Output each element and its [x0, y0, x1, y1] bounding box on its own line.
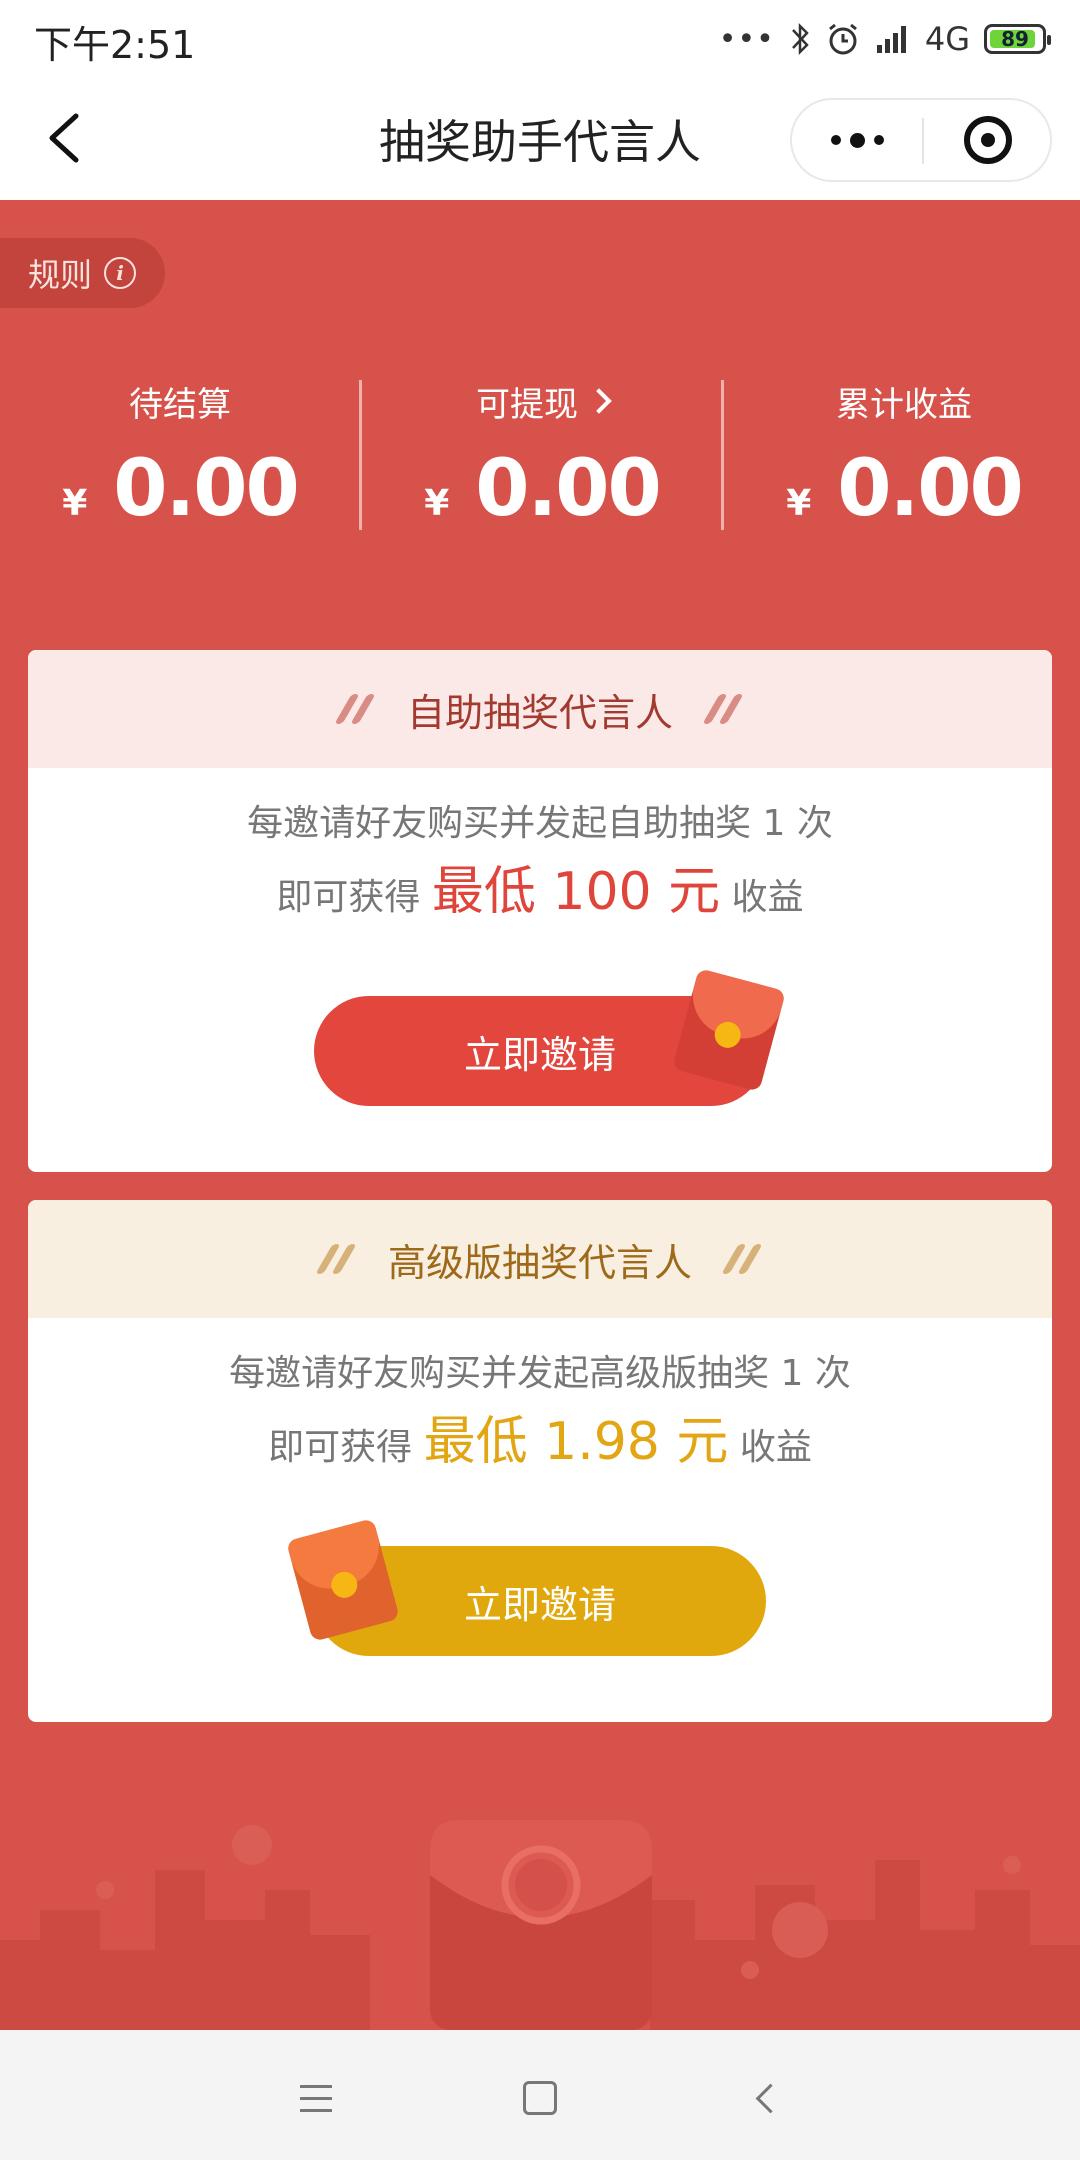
info-icon: i [104, 257, 137, 289]
battery-icon: 89 [984, 24, 1051, 54]
description-reward-line: 即可获得 最低 100 元 收益 [28, 858, 1052, 932]
currency-symbol: ¥ [424, 483, 450, 524]
more-dots-icon [873, 135, 884, 145]
signal-icon [876, 26, 906, 53]
card-header: 高级版抽奖代言人 [28, 1200, 1052, 1318]
decorative-slash-icon [701, 694, 747, 724]
premium-lottery-card: 高级版抽奖代言人 每邀请好友购买并发起高级版抽奖 1 次 即可获得 最低 1.9… [28, 1200, 1052, 1722]
rules-label: 规则 [28, 256, 93, 294]
network-type: 4G [924, 20, 970, 58]
reward-suffix: 收益 [720, 877, 804, 918]
stat-value: 0.00 [113, 444, 299, 534]
status-icons: ••• 4G 89 [718, 16, 1051, 62]
home-icon[interactable] [510, 2068, 570, 2128]
mini-program-capsule [790, 98, 1052, 182]
stat-value: 0.00 [837, 444, 1023, 534]
card-description: 每邀请好友购买并发起高级版抽奖 1 次 即可获得 最低 1.98 元 收益 [28, 1340, 1052, 1482]
more-dots-icon [830, 135, 841, 145]
navigation-bar: 抽奖助手代言人 [0, 78, 1080, 202]
stat-value: 0.00 [475, 444, 661, 534]
more-dots-icon [849, 132, 865, 148]
stat-pending: 待结算 ¥ 0.00 [0, 370, 360, 535]
status-bar: 下午2:51 ••• 4G 89 [0, 0, 1080, 78]
card-title: 自助抽奖代言人 [406, 690, 673, 735]
reward-prefix: 即可获得 [268, 1427, 424, 1468]
close-button[interactable] [924, 100, 1052, 180]
rules-button[interactable]: 规则 i [0, 238, 165, 308]
decorative-slash-icon [333, 694, 379, 724]
description-line: 每邀请好友购买并发起高级版抽奖 1 次 [229, 1353, 851, 1394]
status-time: 下午2:51 [34, 23, 196, 67]
back-nav-icon[interactable] [736, 2068, 796, 2128]
currency-symbol: ¥ [786, 483, 812, 524]
battery-level: 89 [1001, 27, 1029, 51]
more-dots-icon: ••• [718, 21, 775, 57]
bluetooth-icon [791, 22, 809, 56]
stat-label: 累计收益 [836, 384, 972, 425]
description-reward-line: 即可获得 最低 1.98 元 收益 [28, 1408, 1052, 1482]
stat-label: 可提现 [476, 384, 578, 425]
card-title: 高级版抽奖代言人 [387, 1240, 692, 1285]
reward-amount: 最低 100 元 [431, 862, 721, 922]
decorative-slash-icon [720, 1244, 766, 1274]
decorative-slash-icon [314, 1244, 360, 1274]
reward-prefix: 即可获得 [276, 877, 432, 918]
currency-symbol: ¥ [62, 483, 88, 524]
reward-suffix: 收益 [728, 1427, 812, 1468]
more-button[interactable] [792, 100, 922, 180]
reward-amount: 最低 1.98 元 [423, 1412, 729, 1472]
stat-withdrawable[interactable]: 可提现 ¥ 0.00 [362, 370, 722, 535]
alarm-icon [828, 23, 857, 55]
menu-icon[interactable] [286, 2068, 346, 2128]
description-line: 每邀请好友购买并发起自助抽奖 1 次 [247, 803, 833, 844]
skyline-illustration [0, 1820, 1080, 2030]
chevron-right-icon [586, 388, 612, 414]
card-header: 自助抽奖代言人 [28, 650, 1052, 768]
card-description: 每邀请好友购买并发起自助抽奖 1 次 即可获得 最低 100 元 收益 [28, 790, 1052, 932]
system-navigation-bar [0, 2030, 1080, 2160]
red-envelope-icon [672, 968, 786, 1092]
stat-total-earnings: 累计收益 ¥ 0.00 [724, 370, 1080, 535]
target-close-icon [964, 116, 1012, 164]
main-content: 规则 i 待结算 ¥ 0.00 可提现 ¥ 0.00 累计收益 ¥ 0.00 自… [0, 200, 1080, 2030]
stat-label: 待结算 [129, 384, 231, 425]
earnings-summary: 待结算 ¥ 0.00 可提现 ¥ 0.00 累计收益 ¥ 0.00 [0, 370, 1080, 535]
self-lottery-card: 自助抽奖代言人 每邀请好友购买并发起自助抽奖 1 次 即可获得 最低 100 元… [28, 650, 1052, 1172]
